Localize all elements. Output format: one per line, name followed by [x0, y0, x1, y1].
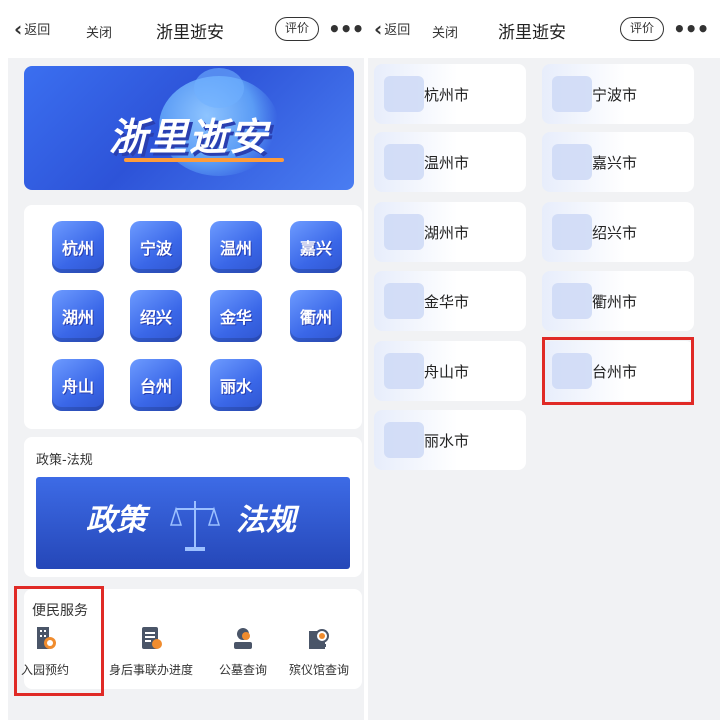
city-emblem-icon	[552, 76, 592, 112]
service-label: 身后事联办进度	[108, 663, 193, 677]
city-tile-label: 嘉兴市	[592, 154, 638, 172]
more-button[interactable]: •••	[328, 17, 364, 41]
more-button[interactable]: •••	[673, 17, 709, 41]
city-tile-hangzhou[interactable]: 杭州市	[374, 64, 526, 124]
right-screen: ‹ 返回 关闭 浙里逝安 评价 ••• 杭州市 宁波市 温州市 嘉兴市 湖州市 …	[368, 0, 720, 720]
highlight-box	[14, 586, 104, 696]
building-search-icon	[306, 625, 332, 651]
city-emblem-icon	[552, 214, 592, 250]
service-afterlife-progress[interactable]: 身后事联办进度	[106, 625, 196, 678]
chevron-left-icon: ‹	[14, 16, 23, 41]
city-tile-ningbo[interactable]: 宁波市	[542, 64, 694, 124]
service-label: 殡仪馆查询	[288, 663, 349, 677]
city-button-huzhou[interactable]: 湖州	[52, 290, 104, 342]
back-label: 返回	[384, 23, 411, 38]
city-button-lishui[interactable]: 丽水	[210, 359, 262, 411]
page-title: 浙里逝安	[498, 23, 566, 43]
policy-section: 政策-法规 政策 法规	[24, 437, 362, 577]
city-tile-label: 杭州市	[424, 86, 470, 104]
city-tile-label: 湖州市	[424, 224, 470, 242]
section-title: 政策-法规	[36, 453, 93, 468]
city-emblem-icon	[384, 283, 424, 319]
city-emblem-icon	[384, 353, 424, 389]
city-tile-label: 衢州市	[592, 293, 638, 311]
city-tile-label: 温州市	[424, 154, 470, 172]
policy-banner-text: 法规	[236, 503, 296, 538]
city-emblem-icon	[384, 76, 424, 112]
page-title: 浙里逝安	[156, 23, 224, 43]
city-tile-jinhua[interactable]: 金华市	[374, 271, 526, 331]
city-tile-quzhou[interactable]: 衢州市	[542, 271, 694, 331]
city-button-zhoushan[interactable]: 舟山	[52, 359, 104, 411]
city-tile-wenzhou[interactable]: 温州市	[374, 132, 526, 192]
city-tile-label: 金华市	[424, 293, 470, 311]
city-emblem-icon	[384, 214, 424, 250]
document-icon	[138, 625, 164, 651]
city-emblem-icon	[552, 144, 592, 180]
city-button-jinhua[interactable]: 金华	[210, 290, 262, 342]
nav-bar: ‹ 返回 关闭 浙里逝安 评价 •••	[368, 0, 720, 58]
city-button-wenzhou[interactable]: 温州	[210, 221, 262, 273]
scales-icon	[170, 501, 220, 551]
chevron-left-icon: ‹	[374, 16, 383, 41]
city-button-hangzhou[interactable]: 杭州	[52, 221, 104, 273]
close-button[interactable]: 关闭	[432, 22, 458, 41]
city-button-jiaxing[interactable]: 嘉兴	[290, 221, 342, 273]
back-button[interactable]: ‹ 返回	[374, 16, 411, 41]
city-grid: 杭州 宁波 温州 嘉兴 湖州 绍兴 金华 衢州 舟山 台州 丽水	[24, 205, 362, 429]
banner-title: 浙里逝安	[108, 115, 269, 159]
city-button-ningbo[interactable]: 宁波	[130, 221, 182, 273]
policy-banner[interactable]: 政策 法规	[36, 477, 350, 569]
city-emblem-icon	[384, 144, 424, 180]
city-tile-label: 绍兴市	[592, 224, 638, 242]
city-tile-label: 舟山市	[424, 363, 470, 381]
back-button[interactable]: ‹ 返回	[14, 16, 51, 41]
service-funeral-home-search[interactable]: 殡仪馆查询	[274, 625, 364, 678]
highlight-box	[542, 337, 694, 405]
nav-bar: ‹ 返回 关闭 浙里逝安 评价 •••	[8, 0, 364, 58]
city-tile-label: 宁波市	[592, 86, 638, 104]
left-screen: ‹ 返回 关闭 浙里逝安 评价 ••• 浙里逝安 杭州 宁波 温州 嘉兴 湖州 …	[8, 0, 364, 720]
rate-button[interactable]: 评价	[275, 17, 319, 41]
policy-banner-text: 政策	[86, 503, 146, 538]
city-button-quzhou[interactable]: 衢州	[290, 290, 342, 342]
banner-decoration	[194, 68, 244, 108]
city-tile-shaoxing[interactable]: 绍兴市	[542, 202, 694, 262]
close-button[interactable]: 关闭	[86, 22, 112, 41]
city-button-shaoxing[interactable]: 绍兴	[130, 290, 182, 342]
rate-button[interactable]: 评价	[620, 17, 664, 41]
banner-underline	[124, 158, 284, 162]
city-button-taizhou[interactable]: 台州	[130, 359, 182, 411]
city-emblem-icon	[384, 422, 424, 458]
person-search-icon	[230, 625, 256, 651]
hero-banner[interactable]: 浙里逝安	[24, 66, 354, 190]
city-tile-zhoushan[interactable]: 舟山市	[374, 341, 526, 401]
city-emblem-icon	[552, 283, 592, 319]
city-tile-lishui[interactable]: 丽水市	[374, 410, 526, 470]
city-tile-jiaxing[interactable]: 嘉兴市	[542, 132, 694, 192]
city-tile-huzhou[interactable]: 湖州市	[374, 202, 526, 262]
back-label: 返回	[24, 23, 51, 38]
city-tile-label: 丽水市	[424, 432, 470, 450]
